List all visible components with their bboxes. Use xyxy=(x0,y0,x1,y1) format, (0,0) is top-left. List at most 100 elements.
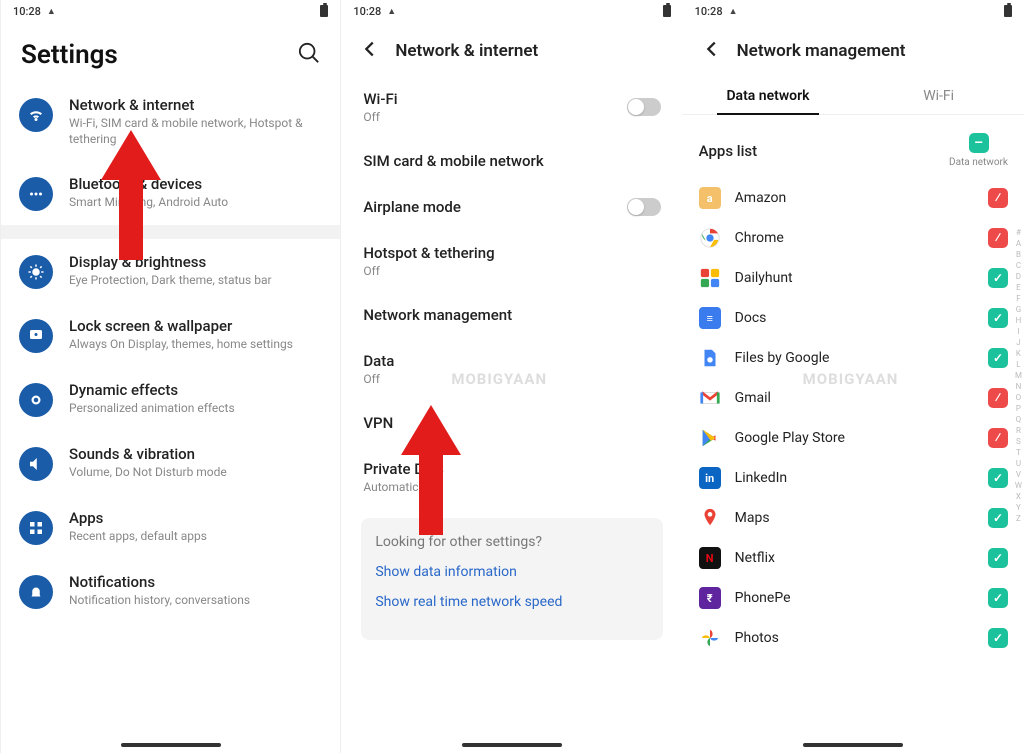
alpha-index-letter[interactable]: N xyxy=(1015,382,1022,391)
settings-item-display[interactable]: Display & brightness Eye Protection, Dar… xyxy=(1,239,340,303)
alpha-index-letter[interactable]: C xyxy=(1015,261,1022,270)
alpha-index-letter[interactable]: J xyxy=(1015,338,1022,347)
back-icon[interactable] xyxy=(701,38,723,64)
settings-item-apps[interactable]: Apps Recent apps, default apps xyxy=(1,495,340,559)
extra-link[interactable]: Show data information xyxy=(375,564,648,580)
app-data-toggle[interactable] xyxy=(988,348,1008,368)
settings-item-sub: Eye Protection, Dark theme, status bar xyxy=(69,273,322,289)
settings-item-sub: Wi-Fi, SIM card & mobile network, Hotspo… xyxy=(69,116,322,147)
app-row[interactable]: inLinkedIn xyxy=(683,458,1008,498)
alpha-index-letter[interactable]: D xyxy=(1015,272,1022,281)
effects-icon xyxy=(19,383,53,417)
alpha-index-letter[interactable]: U xyxy=(1015,459,1022,468)
network-item-management[interactable]: Network management xyxy=(345,292,678,338)
wifi-toggle[interactable] xyxy=(627,98,661,116)
alpha-index-letter[interactable]: T xyxy=(1015,448,1022,457)
nav-pill[interactable] xyxy=(803,743,903,747)
alpha-index-letter[interactable]: I xyxy=(1015,327,1022,336)
app-data-toggle[interactable] xyxy=(988,308,1008,328)
alpha-index-letter[interactable]: O xyxy=(1015,393,1022,402)
network-item-dns[interactable]: Private DNS Automatic xyxy=(345,446,678,508)
app-row[interactable]: Photos xyxy=(683,618,1008,658)
settings-item-title: Display & brightness xyxy=(69,253,322,271)
page-title: Network management xyxy=(737,41,906,61)
app-row[interactable]: aAmazon xyxy=(683,178,1008,218)
network-item-title: Hotspot & tethering xyxy=(363,244,660,262)
sub-header: Network & internet xyxy=(341,22,682,76)
settings-item-sounds[interactable]: Sounds & vibration Volume, Do Not Distur… xyxy=(1,431,340,495)
airplane-toggle[interactable] xyxy=(627,198,661,216)
app-data-toggle[interactable] xyxy=(988,588,1008,608)
alpha-index-letter[interactable]: Z xyxy=(1015,514,1022,523)
alpha-index-letter[interactable]: R xyxy=(1015,426,1022,435)
app-row[interactable]: NNetflix xyxy=(683,538,1008,578)
search-icon[interactable] xyxy=(298,42,320,68)
alpha-index-letter[interactable]: H xyxy=(1015,316,1022,325)
network-item-vpn[interactable]: VPN xyxy=(345,400,678,446)
tab-wifi[interactable]: Wi-Fi xyxy=(853,76,1024,114)
network-item-wifi[interactable]: Wi-Fi Off xyxy=(345,76,678,138)
network-item-title: Network management xyxy=(363,306,660,324)
app-data-toggle[interactable] xyxy=(988,428,1008,448)
network-item-airplane[interactable]: Airplane mode xyxy=(345,184,678,230)
nav-pill[interactable] xyxy=(462,743,562,747)
app-data-toggle[interactable] xyxy=(988,228,1008,248)
alpha-index-letter[interactable]: Q xyxy=(1015,415,1022,424)
app-data-toggle[interactable] xyxy=(988,548,1008,568)
alpha-index-letter[interactable]: # xyxy=(1015,228,1022,237)
settings-item-lockscreen[interactable]: Lock screen & wallpaper Always On Displa… xyxy=(1,303,340,367)
settings-item-network[interactable]: Network & internet Wi-Fi, SIM card & mob… xyxy=(1,82,340,161)
alpha-index-letter[interactable]: W xyxy=(1015,481,1022,490)
alpha-index-letter[interactable]: M xyxy=(1015,371,1022,380)
settings-item-sub: Notification history, conversations xyxy=(69,593,322,609)
app-row[interactable]: Chrome xyxy=(683,218,1008,258)
settings-item-bluetooth[interactable]: Bluetooth & devices Smart Mirroring, And… xyxy=(1,161,340,225)
app-data-toggle[interactable] xyxy=(988,468,1008,488)
alpha-index-letter[interactable]: L xyxy=(1015,360,1022,369)
alpha-index-letter[interactable]: Y xyxy=(1015,503,1022,512)
alpha-index-letter[interactable]: A xyxy=(1015,239,1022,248)
battery-icon xyxy=(1004,5,1012,17)
app-data-toggle[interactable] xyxy=(988,388,1008,408)
settings-item-effects[interactable]: Dynamic effects Personalized animation e… xyxy=(1,367,340,431)
app-icon xyxy=(699,507,721,529)
network-item-data[interactable]: Data Off xyxy=(345,338,678,400)
settings-item-title: Notifications xyxy=(69,573,322,591)
alpha-index[interactable]: # ABCDEFGHIJKLMNOPQRSTUVWXYZ xyxy=(1015,228,1022,743)
app-data-toggle[interactable] xyxy=(988,188,1008,208)
nav-pill[interactable] xyxy=(121,743,221,747)
app-row[interactable]: Maps xyxy=(683,498,1008,538)
network-item-sim[interactable]: SIM card & mobile network xyxy=(345,138,678,184)
alpha-index-letter[interactable]: B xyxy=(1015,250,1022,259)
app-name: Gmail xyxy=(735,390,974,406)
network-item-hotspot[interactable]: Hotspot & tethering Off xyxy=(345,230,678,292)
alpha-index-letter[interactable]: V xyxy=(1015,470,1022,479)
alpha-index-letter[interactable]: S xyxy=(1015,437,1022,446)
app-row[interactable]: Dailyhunt xyxy=(683,258,1008,298)
back-icon[interactable] xyxy=(359,38,381,64)
extra-link[interactable]: Show real time network speed xyxy=(375,594,648,610)
page-title: Settings xyxy=(21,40,118,70)
app-row[interactable]: ₹PhonePe xyxy=(683,578,1008,618)
app-row[interactable]: ≡Docs xyxy=(683,298,1008,338)
alpha-index-letter[interactable]: X xyxy=(1015,492,1022,501)
alpha-index-letter[interactable]: G xyxy=(1015,305,1022,314)
data-network-toggle-all-icon[interactable]: – xyxy=(969,133,989,153)
app-data-toggle[interactable] xyxy=(988,508,1008,528)
app-data-toggle[interactable] xyxy=(988,628,1008,648)
settings-item-title: Network & internet xyxy=(69,96,322,114)
alpha-index-letter[interactable]: F xyxy=(1015,294,1022,303)
settings-item-notifications[interactable]: Notifications Notification history, conv… xyxy=(1,559,340,623)
app-name: LinkedIn xyxy=(735,470,974,486)
alpha-index-letter[interactable]: P xyxy=(1015,404,1022,413)
tab-data-network[interactable]: Data network xyxy=(683,76,854,114)
apps-list[interactable]: # ABCDEFGHIJKLMNOPQRSTUVWXYZ aAmazonChrom… xyxy=(683,178,1024,753)
settings-item-sub: Volume, Do Not Disturb mode xyxy=(69,465,322,481)
alpha-index-letter[interactable]: K xyxy=(1015,349,1022,358)
alpha-index-letter[interactable]: E xyxy=(1015,283,1022,292)
app-data-toggle[interactable] xyxy=(988,268,1008,288)
app-name: Maps xyxy=(735,510,974,526)
app-row[interactable]: Google Play Store xyxy=(683,418,1008,458)
app-icon: ₹ xyxy=(699,587,721,609)
settings-item-sub: Smart Mirroring, Android Auto xyxy=(69,195,322,211)
